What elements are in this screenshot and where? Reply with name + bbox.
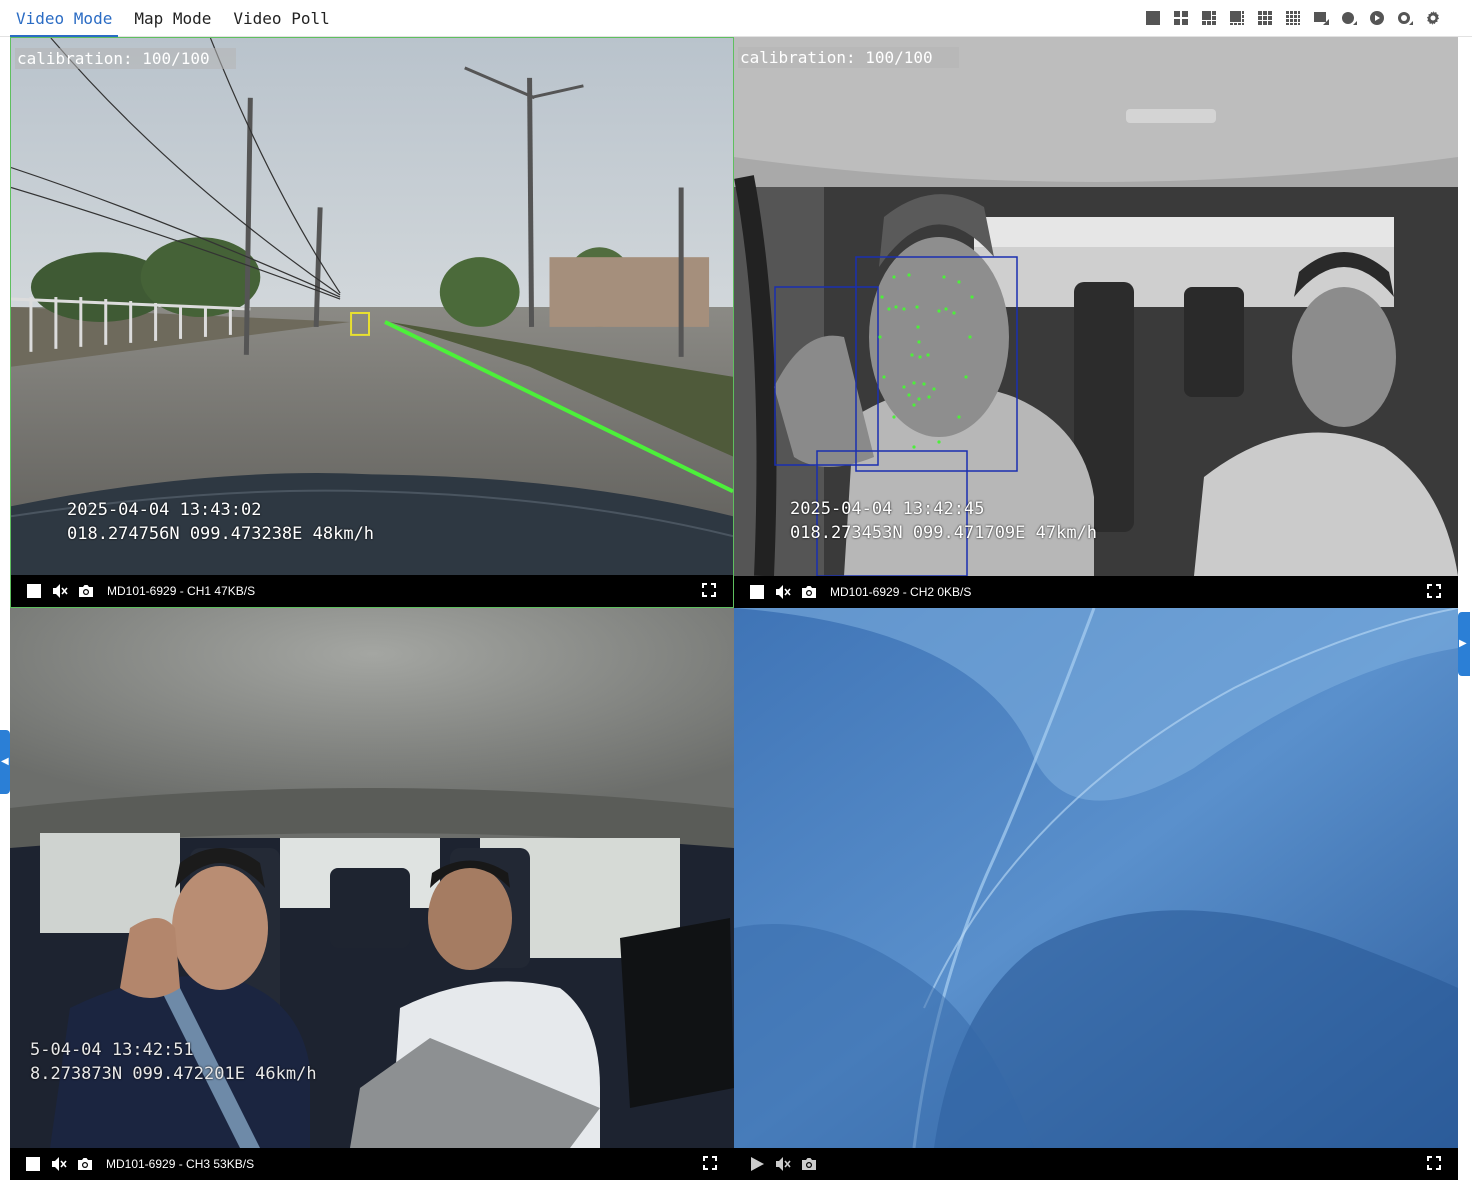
top-bar: Video Mode Map Mode Video Poll: [0, 0, 1472, 37]
stop-icon[interactable]: [24, 1155, 42, 1173]
osd-gps: 8.273873N 099.472201E 46km/h: [30, 1064, 317, 1084]
control-bar: MD101-6929 - CH3 53KB/S: [10, 1148, 734, 1180]
record-icon[interactable]: [1396, 9, 1414, 27]
control-bar: [734, 1148, 1458, 1180]
tab-map-mode[interactable]: Map Mode: [134, 0, 211, 37]
camera-icon[interactable]: [77, 582, 95, 600]
camera-icon[interactable]: [800, 583, 818, 601]
stop-all-icon[interactable]: [1340, 9, 1358, 27]
tab-video-mode[interactable]: Video Mode: [9, 0, 119, 37]
custom-layout-icon[interactable]: [1312, 9, 1330, 27]
layout-6-icon[interactable]: [1200, 9, 1218, 27]
osd-overlay: 2025-04-04 13:43:02 018.274756N 099.4732…: [67, 498, 374, 546]
stop-icon[interactable]: [748, 583, 766, 601]
channel-label: MD101-6929 - CH1 47KB/S: [107, 584, 256, 598]
video-feed-driver-monitor[interactable]: [734, 37, 1458, 576]
video-feed-road[interactable]: [11, 38, 733, 575]
calibration-label: calibration: 100/100: [15, 48, 236, 69]
osd-gps: 018.273453N 099.471709E 47km/h: [790, 523, 1098, 543]
fullscreen-icon[interactable]: [1426, 1155, 1444, 1173]
camera-icon[interactable]: [800, 1155, 818, 1173]
stop-icon[interactable]: [25, 582, 43, 600]
osd-overlay: 2025-04-04 13:42:45 018.273453N 099.4717…: [790, 497, 1097, 545]
channel-label: MD101-6929 - CH2 0KB/S: [830, 585, 972, 599]
chevron-left-icon: ◀: [1, 756, 9, 767]
calibration-label: calibration: 100/100: [738, 47, 959, 68]
camera-icon[interactable]: [76, 1155, 94, 1173]
tab-video-poll[interactable]: Video Poll: [233, 0, 329, 37]
layout-16-icon[interactable]: [1284, 9, 1302, 27]
settings-icon[interactable]: [1424, 9, 1442, 27]
layout-toolbar: [1144, 9, 1442, 27]
osd-time: 2025-04-04 13:43:02: [67, 500, 262, 520]
collapse-left-handle[interactable]: ◀: [0, 730, 10, 794]
play-icon[interactable]: [748, 1155, 766, 1173]
mode-tabs: Video Mode Map Mode Video Poll: [9, 0, 330, 37]
chevron-right-icon: ▶: [1459, 638, 1467, 649]
fullscreen-icon[interactable]: [1426, 583, 1444, 601]
osd-gps: 018.274756N 099.473238E 48km/h: [67, 524, 375, 544]
control-bar: MD101-6929 - CH2 0KB/S: [734, 576, 1458, 608]
osd-time: 2025-04-04 13:42:45: [790, 499, 985, 519]
layout-9-icon[interactable]: [1256, 9, 1274, 27]
video-grid: calibration: 100/100 2025-04-04 13:43:02…: [10, 37, 1458, 1180]
control-bar: MD101-6929 - CH1 47KB/S: [11, 575, 733, 607]
video-cell-ch4[interactable]: [734, 608, 1458, 1180]
video-cell-ch3[interactable]: 5-04-04 13:42:51 8.273873N 099.472201E 4…: [10, 608, 734, 1180]
mute-icon[interactable]: [774, 1155, 792, 1173]
video-cell-ch1[interactable]: calibration: 100/100 2025-04-04 13:43:02…: [10, 37, 734, 608]
osd-time: 5-04-04 13:42:51: [30, 1040, 194, 1060]
layout-1-icon[interactable]: [1144, 9, 1162, 27]
channel-label: MD101-6929 - CH3 53KB/S: [106, 1157, 255, 1171]
fullscreen-icon[interactable]: [702, 1155, 720, 1173]
fullscreen-icon[interactable]: [701, 582, 719, 600]
mute-icon[interactable]: [50, 1155, 68, 1173]
play-all-icon[interactable]: [1368, 9, 1386, 27]
layout-4-icon[interactable]: [1172, 9, 1190, 27]
collapse-right-handle[interactable]: ▶: [1458, 612, 1470, 676]
idle-background[interactable]: [734, 608, 1458, 1148]
mute-icon[interactable]: [774, 583, 792, 601]
mute-icon[interactable]: [51, 582, 69, 600]
osd-overlay: 5-04-04 13:42:51 8.273873N 099.472201E 4…: [30, 1038, 317, 1086]
video-cell-ch2[interactable]: calibration: 100/100 2025-04-04 13:42:45…: [734, 37, 1458, 608]
layout-8-icon[interactable]: [1228, 9, 1246, 27]
